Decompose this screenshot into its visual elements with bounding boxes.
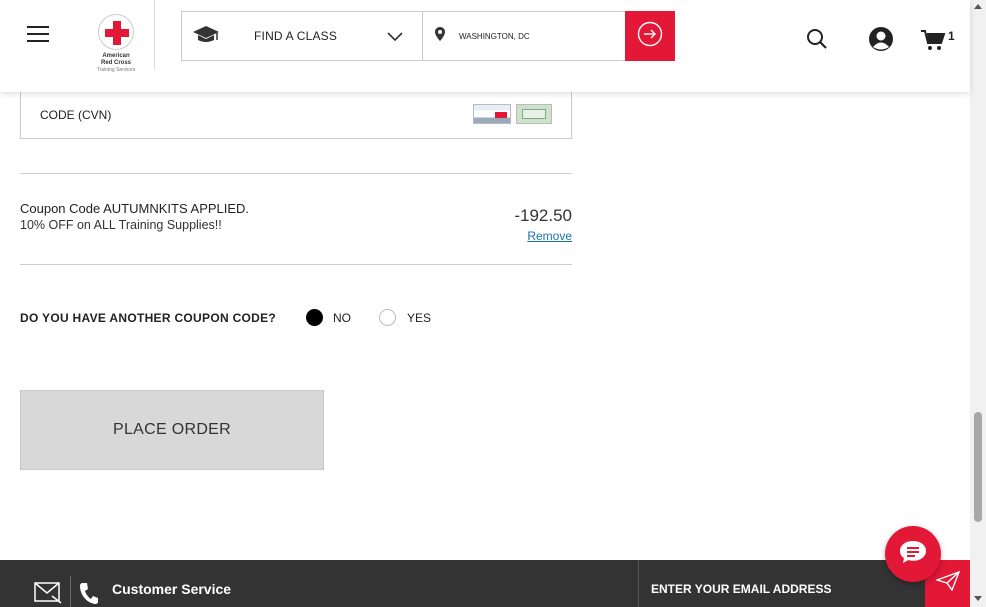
coupon-description: 10% OFF on ALL Training Supplies!!: [20, 218, 222, 232]
scroll-down-icon[interactable]: [974, 596, 982, 601]
page-scrollbar[interactable]: [970, 0, 986, 607]
site-footer: Customer Service: [0, 560, 970, 607]
email-signup-input[interactable]: [651, 582, 911, 596]
graduation-cap-icon: [192, 24, 220, 49]
coupon-yes-radio[interactable]: [379, 309, 396, 326]
site-header: American Red Cross Training Services FIN…: [0, 0, 970, 92]
coupon-amount: -192.50: [514, 206, 572, 225]
card-front-image: [516, 104, 552, 124]
red-cross-logo[interactable]: American Red Cross Training Services: [88, 14, 144, 78]
chevron-down-icon: [387, 29, 403, 48]
header-divider: [154, 0, 155, 70]
cvn-label: CODE (CVN): [40, 108, 112, 122]
chat-button[interactable]: [885, 526, 941, 582]
search-icon[interactable]: [806, 28, 828, 55]
coupon-yes-label[interactable]: YES: [407, 311, 431, 325]
logo-subtext: Training Services: [96, 67, 136, 73]
search-class-button[interactable]: [625, 11, 675, 61]
divider: [20, 173, 572, 174]
red-cross-icon: [98, 14, 134, 50]
chat-icon: [898, 539, 928, 570]
coupon-no-radio[interactable]: [306, 309, 323, 326]
coupon-no-label[interactable]: NO: [333, 311, 351, 325]
card-back-image: [473, 104, 511, 124]
mail-icon[interactable]: [34, 582, 62, 607]
footer-divider: [638, 560, 639, 607]
cart-icon[interactable]: [920, 29, 946, 56]
arrow-right-circle-icon: [637, 21, 663, 52]
place-order-button[interactable]: PLACE ORDER: [20, 390, 324, 470]
another-coupon-question: DO YOU HAVE ANOTHER COUPON CODE?: [20, 311, 277, 325]
divider: [20, 264, 572, 265]
cart-count-badge: 1: [948, 29, 955, 43]
scrollbar-thumb[interactable]: [974, 412, 982, 522]
location-field: [422, 11, 626, 61]
phone-icon[interactable]: [79, 582, 99, 607]
find-class-dropdown[interactable]: FIND A CLASS: [181, 11, 423, 61]
account-icon[interactable]: [868, 26, 894, 57]
location-input[interactable]: [459, 31, 609, 41]
send-icon: [934, 570, 960, 596]
coupon-title: Coupon Code AUTUMNKITS APPLIED.: [20, 201, 250, 216]
footer-divider: [70, 576, 71, 607]
logo-text: American Red Cross: [100, 53, 131, 66]
customer-service-label[interactable]: Customer Service: [112, 581, 231, 597]
remove-coupon-link[interactable]: Remove: [460, 229, 572, 243]
scroll-up-icon[interactable]: [974, 4, 982, 9]
cvn-field[interactable]: CODE (CVN): [20, 88, 572, 139]
menu-icon[interactable]: [27, 26, 49, 44]
location-pin-icon: [435, 26, 445, 46]
find-class-label: FIND A CLASS: [254, 29, 338, 43]
